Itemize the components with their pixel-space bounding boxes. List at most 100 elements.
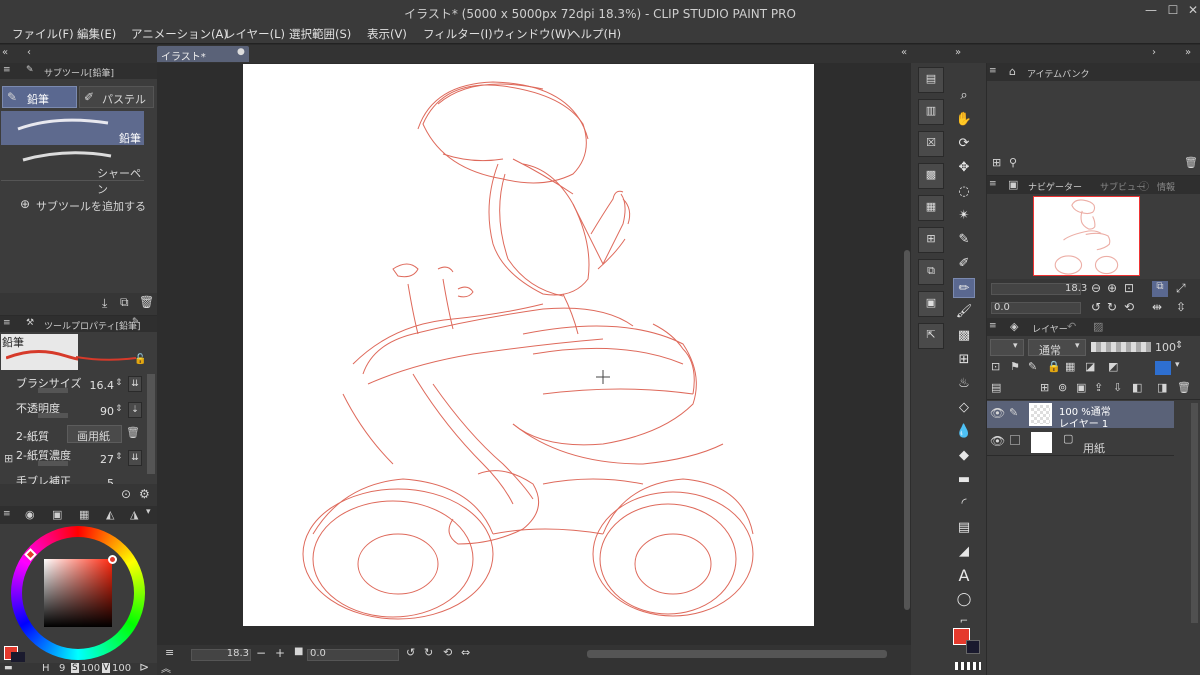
menu-window[interactable]: ウィンドウ(W) bbox=[493, 26, 571, 42]
draft-icon[interactable]: ✎ bbox=[1028, 360, 1037, 373]
tab-pastel[interactable]: ✐ パステル bbox=[79, 86, 154, 108]
eye-icon[interactable]: 👁 bbox=[990, 406, 1005, 420]
nav-fit-icon[interactable]: ⊡ bbox=[1124, 281, 1134, 295]
menu-selection[interactable]: 選択範囲(S) bbox=[289, 26, 351, 42]
transparent-swatch-icon[interactable]: ▬ bbox=[4, 663, 13, 673]
close-canvas-icon[interactable]: ☒ bbox=[918, 131, 944, 157]
layer-row-2[interactable]: 👁 ▢ 用紙 bbox=[987, 429, 1174, 456]
new-canvas-icon[interactable]: ▤ bbox=[918, 67, 944, 93]
blend-mode-select[interactable]: 通常 ▾ bbox=[1028, 339, 1086, 357]
tab-navigator[interactable]: ナビゲーター bbox=[1028, 180, 1082, 193]
delete-layer-icon[interactable]: 🗑 bbox=[1177, 381, 1191, 394]
menu-icon-6[interactable]: ≡ bbox=[989, 321, 997, 331]
edit-target-box[interactable] bbox=[1010, 435, 1020, 445]
bank-trash-icon[interactable]: 🗑 bbox=[1184, 156, 1198, 169]
expand-right-icon[interactable]: » bbox=[1185, 47, 1191, 58]
trash-icon[interactable]: 🗑 bbox=[139, 295, 154, 309]
expand-icon[interactable]: ⊞ bbox=[4, 452, 13, 465]
canvas-tab[interactable]: イラスト* ● bbox=[157, 46, 249, 63]
subtool-item-sharp[interactable]: シャーペン bbox=[1, 146, 144, 196]
clip-icon[interactable]: ⊡ bbox=[991, 360, 1000, 373]
menu-filter[interactable]: フィルター(I) bbox=[423, 26, 493, 42]
eyedropper-icon[interactable]: ✎ bbox=[953, 230, 975, 250]
layer-scrollbar[interactable] bbox=[1191, 403, 1198, 623]
layer-color-select[interactable]: ▾ bbox=[990, 339, 1024, 356]
zoom-value[interactable]: 18.3 bbox=[221, 648, 249, 659]
import-icon[interactable]: ⤓ bbox=[102, 296, 107, 311]
collapse-right-icon-2[interactable]: » bbox=[955, 47, 961, 58]
nav-zoom-in-icon[interactable]: ⊕ bbox=[1107, 281, 1117, 295]
tab-info[interactable]: 情報 bbox=[1157, 180, 1175, 193]
collapse-right-icon[interactable]: « bbox=[901, 47, 907, 58]
edit-layer-icon[interactable]: ✎ bbox=[1009, 406, 1018, 419]
magic-wand-icon[interactable]: ✴ bbox=[953, 206, 975, 226]
blend-icon[interactable]: 💧 bbox=[953, 422, 975, 442]
menu-animation[interactable]: アニメーション(A) bbox=[131, 26, 228, 42]
spinner-icon[interactable]: ⇕ bbox=[115, 378, 123, 388]
spinner-icon-2[interactable]: ⇕ bbox=[115, 404, 123, 414]
menu-icon-2[interactable]: ≡ bbox=[3, 318, 11, 328]
nav-fit-window-icon[interactable]: ⧉ bbox=[1152, 281, 1168, 297]
chevron-left-icon[interactable]: ‹ bbox=[27, 47, 31, 58]
hand-icon[interactable]: ✋ bbox=[953, 110, 975, 130]
transform-icon[interactable]: ⊞ bbox=[918, 227, 944, 253]
merge-down-icon[interactable]: ⇩ bbox=[1113, 381, 1122, 394]
menu-view[interactable]: 表示(V) bbox=[367, 26, 407, 42]
menu-layer[interactable]: レイヤー(L) bbox=[224, 26, 285, 42]
tool-settings-icon[interactable]: ⚙ bbox=[139, 487, 150, 501]
layer-row-1[interactable]: 👁 ✎ 100 %通常 レイヤー 1 bbox=[987, 401, 1174, 430]
move-icon[interactable]: ✥ bbox=[953, 158, 975, 178]
menu-icon-3[interactable]: ≡ bbox=[3, 509, 11, 519]
layer-mask-icon[interactable]: ◧ bbox=[1132, 381, 1142, 394]
navigator-toggle-icon[interactable]: ≡ bbox=[165, 646, 174, 659]
saturation-value-square[interactable] bbox=[44, 559, 112, 627]
canvas-paper[interactable] bbox=[243, 64, 814, 626]
paste-icon[interactable]: ▣ bbox=[918, 291, 944, 317]
balloon-icon[interactable]: ◯ bbox=[953, 590, 975, 610]
minimize-button[interactable]: — bbox=[1142, 3, 1160, 21]
collapse-bottom-icon[interactable]: ︽ bbox=[161, 660, 171, 675]
color-wheel-tab-icon[interactable]: ◉ bbox=[25, 508, 35, 521]
opacity-dynamics-button[interactable]: ⇣ bbox=[128, 402, 142, 418]
flip-icon[interactable]: ⇔ bbox=[461, 646, 470, 659]
nav-zoom-out-icon[interactable]: ⊖ bbox=[1091, 281, 1101, 295]
chevron-right-icon[interactable]: › bbox=[1152, 47, 1156, 58]
menu-file[interactable]: ファイル(F) bbox=[12, 26, 74, 42]
airbrush-icon[interactable]: ♨ bbox=[953, 374, 975, 394]
sub-color-swatch[interactable] bbox=[11, 652, 25, 662]
menu-icon-4[interactable]: ≡ bbox=[989, 66, 997, 76]
toolprop-scrollbar[interactable] bbox=[147, 374, 155, 474]
nav-flip-h-icon[interactable]: ⇹ bbox=[1152, 300, 1162, 314]
rotate-icon[interactable]: ⟳ bbox=[953, 134, 975, 154]
paper-trash-icon[interactable]: 🗑 bbox=[126, 426, 140, 439]
subtool-item-pencil[interactable]: 鉛筆 bbox=[1, 111, 144, 145]
paper-select[interactable]: 画用紙 bbox=[67, 425, 122, 443]
zoom-out-icon[interactable]: − bbox=[256, 646, 266, 660]
grid-icon[interactable]: ⊞ bbox=[953, 350, 975, 370]
decoration-icon[interactable]: ▩ bbox=[953, 326, 975, 346]
apply-mask-icon[interactable]: ◨ bbox=[1157, 381, 1167, 394]
canvas-hscroll[interactable] bbox=[587, 650, 887, 658]
text-icon[interactable]: A bbox=[953, 566, 975, 586]
menu-edit[interactable]: 編集(E) bbox=[77, 26, 116, 42]
play-icon[interactable]: ⊳ bbox=[139, 660, 149, 674]
layer-list-icon[interactable]: ▤ bbox=[991, 381, 1001, 394]
history-tab-icon[interactable]: ↶ bbox=[1067, 320, 1076, 333]
nav-flip-v-icon[interactable]: ⇳ bbox=[1176, 300, 1186, 314]
opacity-value[interactable]: 90 bbox=[80, 405, 114, 418]
dropper-icon[interactable]: ✐ bbox=[953, 254, 975, 274]
menu-help[interactable]: ヘルプ(H) bbox=[569, 26, 621, 42]
clear-icon[interactable]: ▩ bbox=[918, 163, 944, 189]
add-item-icon[interactable]: ⊞ bbox=[992, 156, 1001, 169]
tool-sub-color[interactable] bbox=[966, 640, 980, 654]
reset-rotate-icon[interactable]: ⟲ bbox=[443, 646, 452, 659]
lock-transparent-icon[interactable]: ▦ bbox=[1065, 360, 1075, 373]
duplicate-icon[interactable]: ⧉ bbox=[120, 295, 129, 310]
frame-icon[interactable]: ▤ bbox=[953, 518, 975, 538]
navigator-preview[interactable] bbox=[1033, 196, 1140, 276]
lock-layer-icon[interactable]: 🔒 bbox=[1047, 360, 1061, 373]
color-slider-tab-icon[interactable]: ▣ bbox=[52, 508, 62, 521]
rotate-right-icon[interactable]: ↻ bbox=[424, 646, 433, 659]
layer-color-icon[interactable] bbox=[1155, 361, 1171, 375]
approximate-color-tab-icon[interactable]: ◮ bbox=[130, 508, 138, 521]
